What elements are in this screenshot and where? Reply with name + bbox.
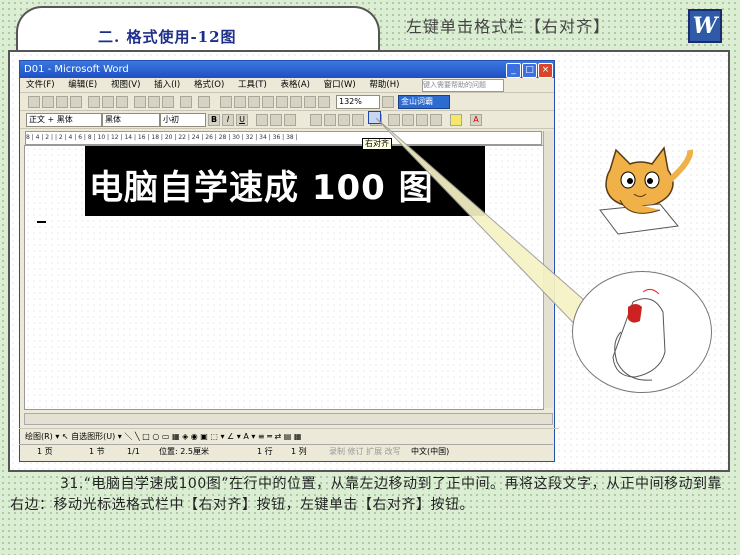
numbering-icon[interactable] — [388, 114, 400, 126]
bullets-icon[interactable] — [402, 114, 414, 126]
ask-help-box[interactable]: 键入需要帮助的问题 — [422, 79, 504, 92]
status-section: 1 节 — [89, 447, 105, 456]
decrease-indent-icon[interactable] — [416, 114, 428, 126]
print-icon[interactable] — [88, 96, 100, 108]
copy-icon[interactable] — [148, 96, 160, 108]
jinshan-button[interactable]: 金山词霸 — [398, 95, 450, 109]
hyperlink-icon[interactable] — [220, 96, 232, 108]
banner-text-block: 电脑自学速成 100 图 — [85, 146, 485, 216]
section-title: 二. 格式使用-12图 — [98, 28, 237, 46]
menu-bar: 文件(F) 编辑(E) 视图(V) 插入(I) 格式(O) 工具(T) 表格(A… — [20, 78, 554, 93]
align-right-tooltip: 右对齐 — [362, 138, 392, 150]
status-language: 中文(中国) — [411, 447, 450, 456]
standard-toolbar: 132% 金山词霸 — [20, 93, 554, 111]
drawing-icon[interactable] — [290, 96, 302, 108]
status-line: 1 行 — [257, 447, 273, 456]
status-modes: 录制 修订 扩展 改写 — [329, 447, 401, 456]
redo-icon[interactable] — [198, 96, 210, 108]
excel-icon[interactable] — [262, 96, 274, 108]
paste-icon[interactable] — [162, 96, 174, 108]
menu-help[interactable]: 帮助(H) — [369, 80, 399, 90]
cartoon-cat-illustration — [599, 146, 694, 235]
menu-edit[interactable]: 编辑(E) — [68, 80, 97, 90]
style-box[interactable]: 正文 + 黑体 — [26, 113, 102, 127]
status-pages: 1/1 — [127, 447, 140, 456]
minimize-icon[interactable]: _ — [506, 63, 521, 78]
mouse-callout-circle — [572, 271, 712, 393]
bold-icon[interactable]: B — [208, 114, 220, 126]
open-icon[interactable] — [42, 96, 54, 108]
close-icon[interactable]: × — [538, 63, 553, 78]
align-center-icon[interactable] — [324, 114, 336, 126]
drawing-toolbar[interactable]: 绘图(R) ▾ ↖ 自选图形(U) ▾ ＼ ╲ □ ○ ▭ ▦ ◈ ◉ ▣ ⬚ … — [19, 428, 559, 444]
cut-icon[interactable] — [134, 96, 146, 108]
formatting-toolbar: 正文 + 黑体 黑体 小初 B I U A — [20, 111, 554, 129]
menu-insert[interactable]: 插入(I) — [154, 80, 180, 90]
underline-icon[interactable]: U — [236, 114, 248, 126]
font-color-icon[interactable]: A — [470, 114, 482, 126]
new-icon[interactable] — [28, 96, 40, 108]
insert-table-icon[interactable] — [248, 96, 260, 108]
maximize-icon[interactable]: □ — [522, 63, 537, 78]
menu-format[interactable]: 格式(O) — [194, 80, 224, 90]
italic-icon[interactable]: I — [222, 114, 234, 126]
horizontal-scrollbar[interactable] — [24, 413, 553, 425]
mouse-click-icon — [612, 288, 666, 381]
menu-view[interactable]: 视图(V) — [111, 80, 140, 90]
permission-icon[interactable] — [70, 96, 82, 108]
status-column: 1 列 — [291, 447, 307, 456]
char-border-icon[interactable] — [256, 114, 268, 126]
caption-text: 31.“电脑自学速成100图”在行中的位置，从靠左边移动到了正中间。再将这段文字… — [10, 476, 722, 513]
increase-indent-icon[interactable] — [430, 114, 442, 126]
status-bar: 1 页 1 节 1/1 位置: 2.5厘米 1 行 1 列 录制 修订 扩展 改… — [19, 444, 553, 459]
ruler: 8 | 4 | 2 | | 2 | 4 | 6 | 8 | 10 | 12 | … — [25, 131, 542, 145]
help-icon[interactable] — [382, 96, 394, 108]
spelling-icon[interactable] — [116, 96, 128, 108]
text-cursor — [37, 221, 46, 223]
banner-text: 电脑自学速成 100 图 — [89, 168, 434, 208]
window-title: D01 - Microsoft Word — [24, 64, 129, 75]
zoom-box[interactable]: 132% — [336, 95, 380, 109]
align-right-hover[interactable] — [368, 111, 381, 124]
doc-map-icon[interactable] — [304, 96, 316, 108]
tables-icon[interactable] — [234, 96, 246, 108]
undo-icon[interactable] — [180, 96, 192, 108]
slide-subtitle: 左键单击格式栏【右对齐】 — [406, 17, 611, 36]
vertical-scrollbar[interactable] — [543, 131, 553, 408]
title-bar: D01 - Microsoft Word _ □ × — [20, 61, 554, 78]
status-page: 1 页 — [37, 447, 53, 456]
char-scale-icon[interactable] — [284, 114, 296, 126]
align-right-icon[interactable] — [338, 114, 350, 126]
menu-file[interactable]: 文件(F) — [26, 80, 55, 90]
status-position: 位置: 2.5厘米 — [159, 447, 209, 456]
align-left-icon[interactable] — [310, 114, 322, 126]
justify-icon[interactable] — [352, 114, 364, 126]
char-shading-icon[interactable] — [270, 114, 282, 126]
print-preview-icon[interactable] — [102, 96, 114, 108]
highlight-icon[interactable] — [450, 114, 462, 126]
word-logo-icon: W — [688, 9, 722, 43]
size-box[interactable]: 小初 — [160, 113, 206, 127]
menu-table[interactable]: 表格(A) — [281, 80, 310, 90]
font-box[interactable]: 黑体 — [102, 113, 160, 127]
menu-window[interactable]: 窗口(W) — [324, 80, 356, 90]
columns-icon[interactable] — [276, 96, 288, 108]
show-hide-icon[interactable] — [318, 96, 330, 108]
save-icon[interactable] — [56, 96, 68, 108]
menu-tools[interactable]: 工具(T) — [238, 80, 267, 90]
